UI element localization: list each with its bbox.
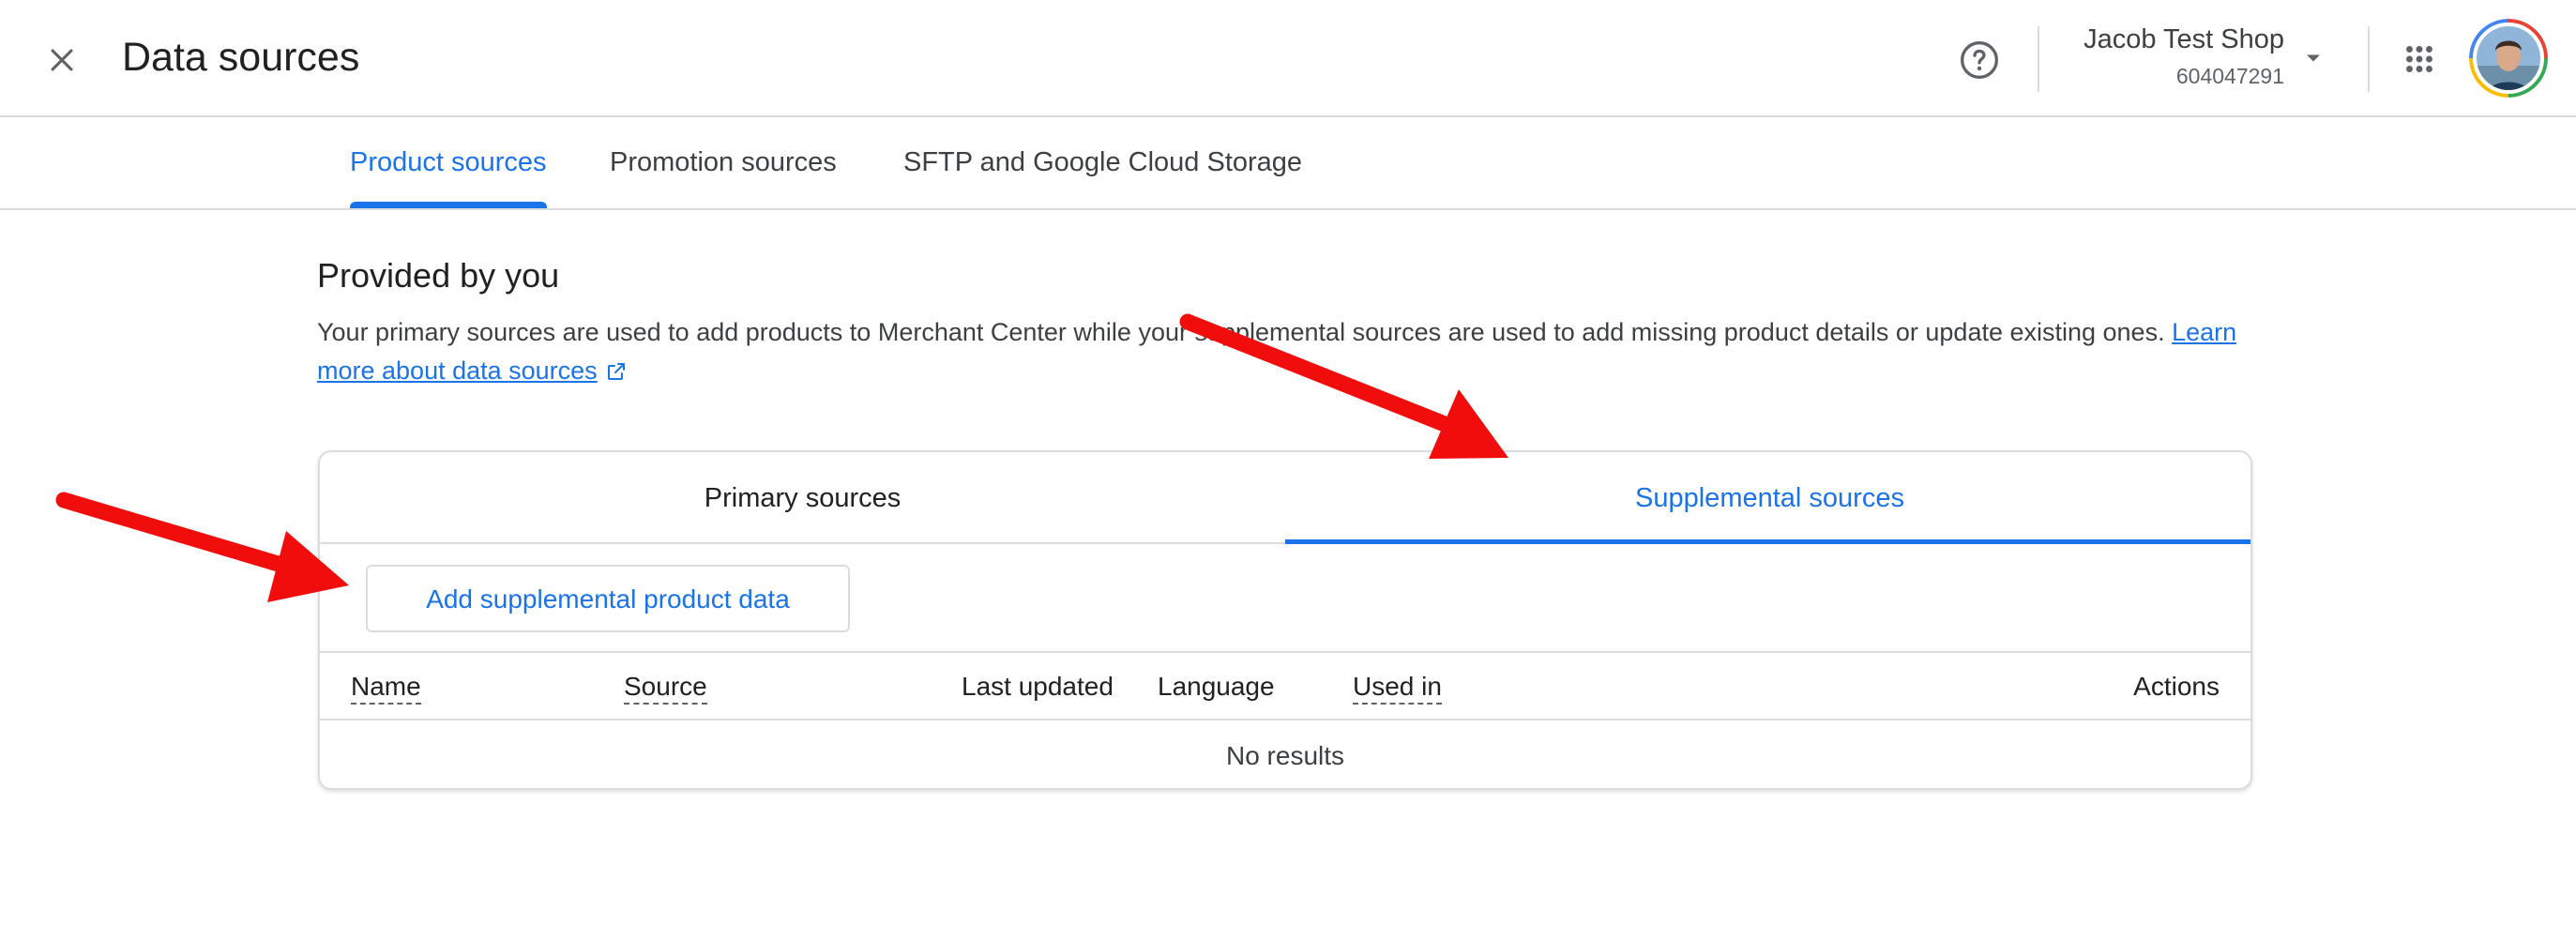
- column-header-language: Language: [1158, 672, 1275, 701]
- tab-primary-sources[interactable]: Primary sources: [320, 452, 1285, 544]
- card-tabs: Primary sources Supplemental sources: [320, 452, 2250, 544]
- column-header-actions: Actions: [2133, 672, 2220, 701]
- table-header: Name Source Last updated Language Used i…: [320, 651, 2250, 720]
- annotation-arrow-to-add-button: [55, 492, 349, 602]
- add-supplemental-data-button[interactable]: Add supplemental product data: [366, 565, 850, 632]
- top-app-bar: Data sources Jacob Test Shop 604047291: [0, 0, 2576, 117]
- tab-product-sources[interactable]: Product sources: [350, 117, 547, 208]
- close-button[interactable]: [36, 34, 88, 86]
- data-sources-card: Primary sources Supplemental sources Add…: [318, 450, 2252, 790]
- tab-promotion-sources[interactable]: Promotion sources: [610, 117, 837, 208]
- help-button[interactable]: [1951, 32, 2008, 88]
- account-name: Jacob Test Shop: [2084, 24, 2284, 54]
- column-header-last-updated: Last updated: [962, 672, 1114, 701]
- avatar[interactable]: [2469, 19, 2548, 98]
- tab-sftp-cloud-storage[interactable]: SFTP and Google Cloud Storage: [903, 117, 1302, 208]
- section-description: Your primary sources are used to add pro…: [317, 313, 2259, 390]
- external-link-icon: [607, 363, 625, 380]
- active-card-tab-indicator: [1285, 539, 2250, 544]
- active-tab-indicator: [350, 202, 547, 208]
- header-divider: [2038, 26, 2039, 92]
- close-icon: [51, 49, 73, 71]
- tab-supplemental-sources[interactable]: Supplemental sources: [1285, 452, 2250, 544]
- page-title: Data sources: [122, 35, 360, 80]
- description-text: Your primary sources are used to add pro…: [317, 318, 2165, 346]
- column-header-used-in[interactable]: Used in: [1353, 653, 1442, 720]
- column-header-source[interactable]: Source: [624, 653, 707, 720]
- apps-button[interactable]: [2394, 34, 2445, 84]
- account-id: 604047291: [2175, 64, 2284, 88]
- empty-state-text: No results: [1225, 741, 1345, 770]
- caret-down-icon: [2307, 54, 2320, 62]
- account-switcher[interactable]: Jacob Test Shop 604047291: [2064, 21, 2326, 96]
- help-icon: [1961, 41, 1998, 79]
- column-header-name[interactable]: Name: [351, 653, 421, 720]
- source-type-tabs: Product sources Promotion sources SFTP a…: [0, 117, 2576, 210]
- header-divider: [2368, 26, 2370, 92]
- apps-grid-icon: [2406, 46, 2432, 72]
- section-heading: Provided by you: [317, 256, 560, 295]
